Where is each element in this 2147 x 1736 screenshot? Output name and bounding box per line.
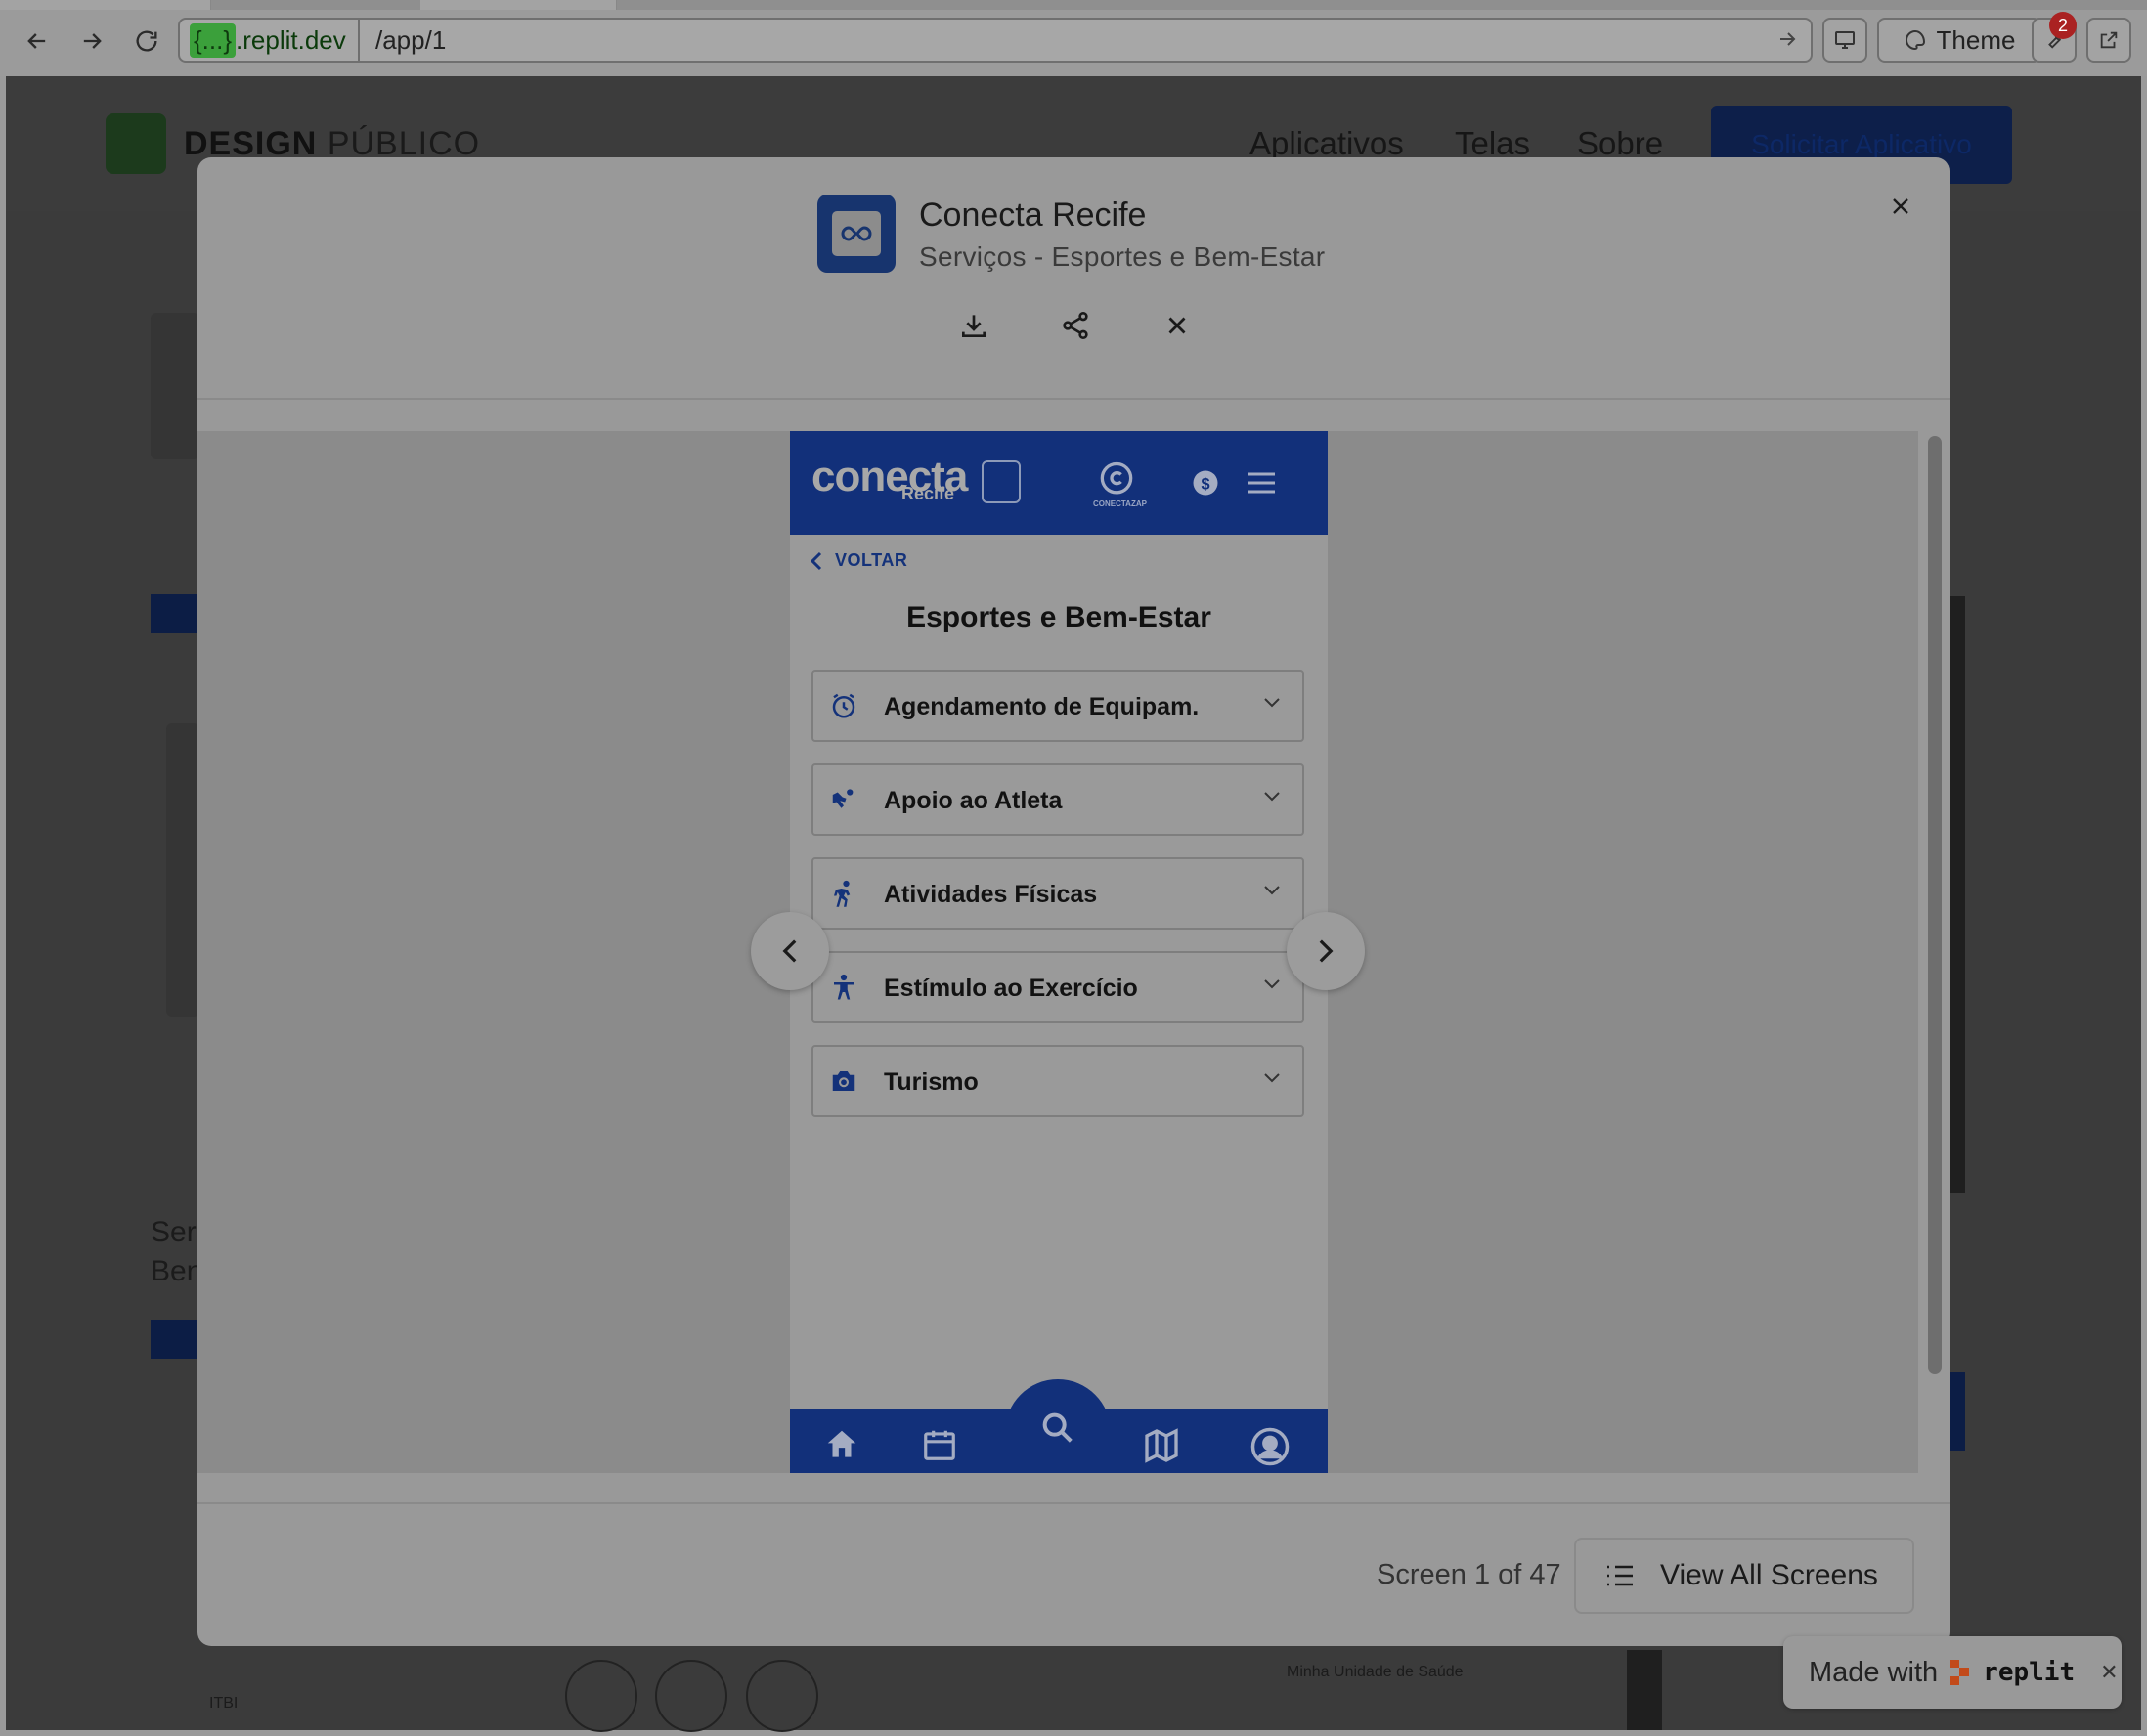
screen-viewer-modal: Conecta Recife Serviços - Esportes e Bem…: [197, 157, 1950, 1646]
bg-text: ITBI: [209, 1695, 239, 1712]
devices-button[interactable]: [1822, 18, 1867, 63]
avatar: [655, 1660, 727, 1732]
accordion-label: Estímulo ao Exercício: [884, 975, 1138, 1002]
replit-logo-icon: [1950, 1660, 1970, 1685]
url-path[interactable]: /app/1: [375, 20, 446, 61]
theme-label: Theme: [1936, 24, 2016, 55]
search-icon: [1042, 1412, 1073, 1443]
accordion-estimulo-exercicio[interactable]: Estímulo ao Exercício: [811, 951, 1304, 1023]
athlete-support-icon: [832, 789, 854, 808]
forward-icon[interactable]: [70, 20, 113, 63]
app-subtitle: Serviços - Esportes e Bem-Estar: [919, 241, 1326, 272]
chevron-down-icon: [1264, 792, 1280, 802]
chevron-down-icon: [1264, 1073, 1280, 1083]
running-person-icon: [834, 880, 851, 907]
bg-panel: [1950, 596, 1965, 1193]
download-icon[interactable]: [952, 304, 995, 347]
home-icon[interactable]: [823, 1426, 860, 1468]
accordion-label: Apoio ao Atleta: [884, 787, 1063, 814]
tab-active[interactable]: [420, 0, 617, 10]
site-logo[interactable]: [106, 113, 166, 174]
bg-panel: [1950, 1372, 1965, 1451]
bg-card: [151, 313, 199, 459]
go-arrow-icon[interactable]: [1775, 27, 1799, 56]
bg-list: [166, 723, 199, 1017]
theme-button[interactable]: Theme: [1877, 18, 2041, 63]
palette-icon: [1905, 29, 1925, 51]
app-brand-sub: Recife: [901, 484, 955, 503]
close-icon[interactable]: [1881, 187, 1920, 226]
screen-counter: Screen 1 of 47: [1377, 1559, 1561, 1590]
app-header: conecta Recife CONECTAZAP $: [790, 431, 1328, 535]
bg-thumb: [151, 594, 199, 633]
map-icon[interactable]: [1142, 1426, 1181, 1470]
modal-header: Conecta Recife Serviços - Esportes e Bem…: [197, 157, 1950, 400]
accessibility-person-icon: [834, 974, 854, 1000]
back-label: VOLTAR: [835, 550, 908, 570]
bg-text: Minha Unidade de Saúde: [1287, 1664, 1464, 1680]
calendar-icon[interactable]: [921, 1426, 958, 1468]
chevron-right-icon: [1319, 939, 1334, 963]
alarm-clock-icon: [832, 693, 855, 718]
app-title: Conecta Recife: [919, 196, 1147, 234]
camera-icon: [832, 1071, 855, 1091]
tab-strip: [0, 0, 2147, 10]
host-text: .replit.dev: [236, 24, 346, 55]
app-icon: [817, 195, 896, 273]
chevron-down-icon: [1264, 698, 1280, 708]
url-host: {...} .replit.dev: [180, 20, 360, 61]
notification-badge: 2: [2049, 12, 2077, 39]
accordion-atividades-fisicas[interactable]: Atividades Físicas: [811, 857, 1304, 930]
chevron-down-icon: [1264, 886, 1280, 895]
bg-text: Ben: [151, 1255, 203, 1287]
footer-divider: [197, 1502, 1950, 1504]
bg-thumb: [151, 1320, 199, 1359]
scrollbar[interactable]: [1928, 436, 1942, 1374]
replit-wordmark: replit: [1983, 1658, 2076, 1687]
host-chip: {...}: [190, 22, 237, 58]
bg-panel: [1627, 1650, 1662, 1730]
accordion-agendamento[interactable]: Agendamento de Equipam.: [811, 670, 1304, 742]
avatar: [565, 1660, 637, 1732]
chevron-left-icon: [810, 551, 822, 570]
menu-icon[interactable]: [1246, 470, 1277, 500]
coin-icon[interactable]: $: [1191, 468, 1220, 502]
accordion-label: Agendamento de Equipam.: [884, 693, 1200, 720]
made-with-text: Made with: [1809, 1656, 1939, 1688]
profile-icon[interactable]: [1249, 1426, 1291, 1472]
open-external-button[interactable]: [2086, 18, 2131, 63]
page-title: Esportes e Bem-Estar: [906, 601, 1211, 633]
tab[interactable]: [0, 0, 211, 10]
chevron-left-icon: [782, 939, 797, 963]
bg-text: Ser: [151, 1216, 197, 1248]
accordion-apoio-atleta[interactable]: Apoio ao Atleta: [811, 763, 1304, 836]
recife-crest-icon: [982, 460, 1021, 503]
previous-screen-button[interactable]: [751, 912, 829, 990]
accordion-label: Turismo: [884, 1068, 979, 1096]
next-screen-button[interactable]: [1287, 912, 1365, 990]
conectazap-label: CONECTAZAP: [1093, 499, 1147, 508]
external-link-icon: [2100, 31, 2118, 49]
accordion-label: Atividades Físicas: [884, 881, 1098, 908]
chevron-down-icon: [1264, 979, 1280, 989]
back-link[interactable]: VOLTAR: [810, 550, 907, 571]
made-with-replit-badge[interactable]: Made with replit ✕: [1783, 1636, 2122, 1709]
share-icon[interactable]: [1054, 304, 1097, 347]
view-all-label: View All Screens: [1660, 1559, 1878, 1591]
accordion-turismo[interactable]: Turismo: [811, 1045, 1304, 1117]
list-icon: [1607, 1565, 1633, 1586]
avatar: [746, 1660, 818, 1732]
url-bar[interactable]: {...} .replit.dev /app/1: [178, 18, 1813, 63]
view-all-screens-button[interactable]: View All Screens: [1574, 1538, 1914, 1614]
reload-icon[interactable]: [125, 20, 168, 63]
monitor-icon: [1835, 31, 1855, 49]
svg-text:$: $: [1201, 475, 1209, 493]
app-screenshot: conecta Recife CONECTAZAP $ VOLTAR Espor…: [790, 431, 1328, 1473]
back-icon[interactable]: [16, 20, 59, 63]
close-icon[interactable]: [1156, 304, 1199, 347]
infinity-icon: [832, 211, 881, 256]
search-tab-button[interactable]: [1005, 1379, 1111, 1473]
close-icon[interactable]: ✕: [2100, 1660, 2118, 1685]
